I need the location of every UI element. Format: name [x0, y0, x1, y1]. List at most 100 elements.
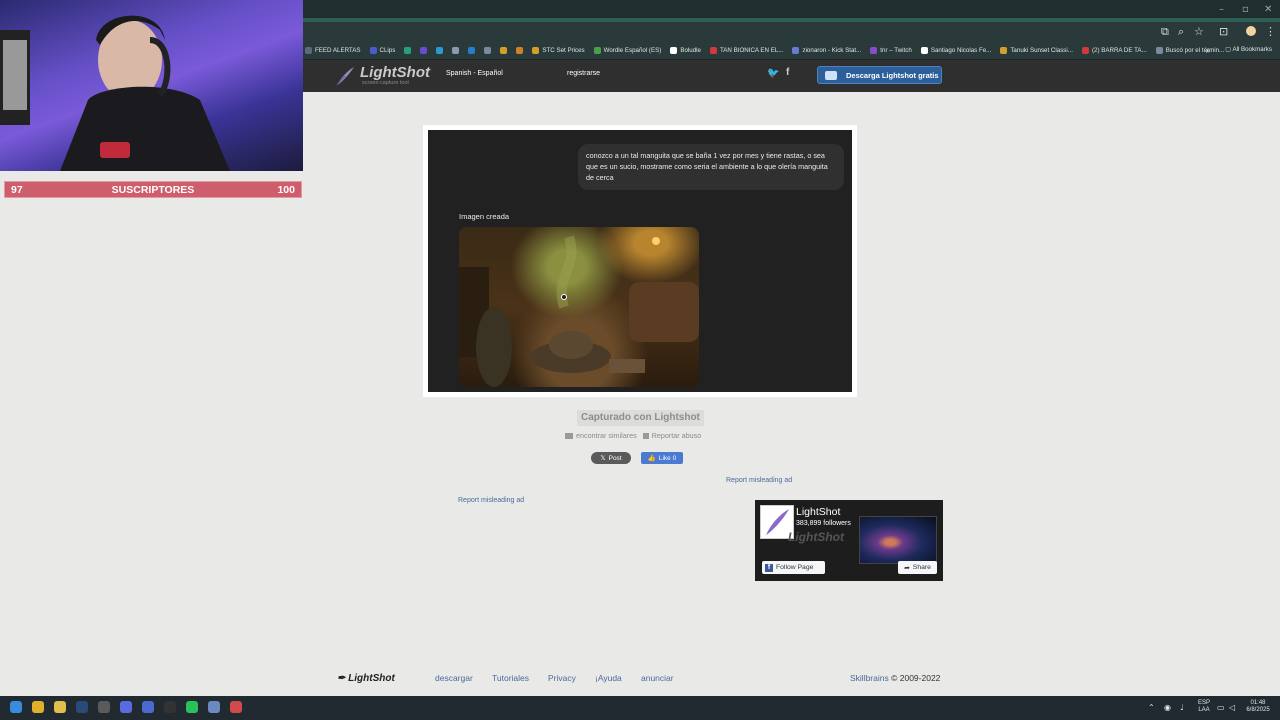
speaker-icon[interactable]: ◁ — [1229, 703, 1235, 712]
bookmark-item[interactable]: TAN BIONICA EN EL... — [709, 47, 784, 54]
bookmark-label: CLips — [379, 47, 396, 54]
bookmark-favicon-icon — [1081, 47, 1089, 54]
captured-screenshot[interactable]: conozco a un tal manguita que se baña 1 … — [423, 125, 857, 397]
bookmark-favicon-icon — [920, 47, 928, 54]
share-button[interactable]: ➦ Share — [898, 561, 937, 574]
streamer-figure — [0, 15, 230, 171]
footer-link-advertise[interactable]: anunciar — [641, 673, 674, 683]
browser-menu-icon[interactable]: ⋮ — [1265, 25, 1276, 38]
monitor-icon[interactable]: ▭ — [1217, 703, 1225, 712]
facebook-page-widget[interactable]: LightShot 383,899 followers LightShot f … — [755, 500, 943, 581]
file-explorer-taskbar-icon[interactable] — [54, 701, 66, 713]
footer-link-privacy[interactable]: Privacy — [548, 673, 576, 683]
steam-taskbar-icon[interactable] — [76, 701, 88, 713]
bookmark-label: STC Set Prices — [542, 47, 585, 54]
bookmark-favicon-icon — [436, 47, 444, 54]
bookmark-label: zionaron - Kick Stat... — [802, 47, 862, 54]
page-name[interactable]: LightShot — [796, 506, 840, 518]
bookmark-item[interactable] — [420, 47, 428, 54]
bookmark-item[interactable]: CLips — [369, 47, 396, 54]
bookmark-item[interactable] — [500, 47, 508, 54]
clock[interactable]: 01:48 6/8/2025 — [1244, 700, 1272, 714]
widget-watermark: LightShot — [788, 530, 844, 544]
all-bookmarks-link[interactable]: ▢ All Bookmarks — [1225, 46, 1272, 53]
bookmark-label: FEED ALERTAS — [315, 47, 361, 54]
bookmark-label: TAN BIONICA EN EL... — [719, 47, 784, 54]
skillbrains-link[interactable]: Skillbrains — [850, 673, 889, 683]
close-icon[interactable]: ✕ — [1264, 4, 1272, 15]
steam-tray-icon[interactable]: ◉ — [1164, 703, 1171, 712]
follow-page-label: Follow Page — [776, 564, 814, 571]
discord-taskbar-icon[interactable] — [120, 701, 132, 713]
bookmark-item[interactable]: Boludle — [670, 47, 701, 54]
x-logo-icon: 𝕏 — [600, 455, 606, 462]
chrome-taskbar-icon[interactable] — [32, 701, 44, 713]
bookmark-item[interactable]: STC Set Prices — [532, 47, 585, 54]
recorder-taskbar-icon[interactable] — [230, 701, 242, 713]
download-button-label: Descarga Lightshot gratis — [846, 70, 939, 80]
bookmark-item[interactable]: zionaron - Kick Stat... — [792, 47, 861, 54]
register-link[interactable]: registrarse — [567, 70, 600, 77]
install-app-icon[interactable]: ⧉ — [1161, 25, 1169, 39]
subscriber-count: 97 — [11, 183, 23, 196]
report-abuse-link[interactable]: Reportar abuso — [642, 431, 701, 440]
x-post-button[interactable]: 𝕏 Post — [591, 452, 631, 464]
bookmark-label: Santiago Nicolas Fe... — [930, 47, 992, 54]
footer-link-help[interactable]: ¡Ayuda — [595, 673, 622, 683]
bookmark-item[interactable]: (2) BARRA DE TA... — [1081, 47, 1147, 54]
gamepad-taskbar-icon[interactable] — [208, 701, 220, 713]
subscriber-goal-bar: 97 SUSCRIPTORES 100 — [4, 181, 302, 198]
footer-logo[interactable]: ✒ LightShot — [337, 673, 395, 684]
bookmark-item[interactable] — [516, 47, 524, 54]
tray-chevron-icon[interactable]: ⌃ — [1148, 703, 1155, 712]
profile-avatar[interactable] — [1246, 26, 1256, 36]
language-selector[interactable]: Spanish - Español — [446, 70, 503, 77]
subscriber-label: SUSCRIPTORES — [111, 183, 195, 196]
obs-taskbar-icon[interactable] — [98, 701, 110, 713]
bookmark-favicon-icon — [452, 47, 460, 54]
browser-toolbar — [303, 22, 1280, 42]
bookmark-star-icon[interactable]: ☆ — [1194, 25, 1204, 38]
facebook-icon[interactable]: f — [786, 67, 789, 78]
bookmark-favicon-icon — [792, 47, 800, 54]
clock-date: 6/8/2025 — [1246, 707, 1270, 713]
footer-copyright: Skillbrains © 2009-2022 — [850, 673, 940, 683]
report-misleading-ad-right[interactable]: Report misleading ad — [726, 477, 792, 484]
bookmark-item[interactable] — [436, 47, 444, 54]
language-indicator[interactable]: ESP LAA — [1196, 700, 1212, 714]
footer-link-download[interactable]: descargar — [435, 673, 473, 683]
download-button[interactable]: Descarga Lightshot gratis — [817, 66, 942, 84]
bookmark-item[interactable] — [452, 47, 460, 54]
extensions-icon[interactable]: ⊡ — [1219, 25, 1228, 38]
minimize-icon[interactable]: – — [1219, 4, 1224, 15]
bookmark-item[interactable]: Santiago Nicolas Fe... — [920, 47, 992, 54]
bookmarks-more-icon[interactable]: » — [1206, 46, 1210, 55]
bookmark-item[interactable] — [404, 47, 412, 54]
zoom-icon[interactable]: ⌕ — [1178, 25, 1184, 39]
copyright-years: © 2009-2022 — [891, 673, 941, 683]
camera-icon — [565, 433, 573, 440]
bookmark-favicon-icon — [670, 47, 678, 54]
footer-link-tutorials[interactable]: Tutoriales — [492, 673, 529, 683]
bookmark-item[interactable] — [468, 47, 476, 54]
capcut-taskbar-icon[interactable] — [164, 701, 176, 713]
follow-page-button[interactable]: f Follow Page — [762, 561, 825, 574]
bookmark-item[interactable]: FEED ALERTAS — [305, 47, 361, 54]
bookmark-favicon-icon — [593, 47, 601, 54]
microphone-icon[interactable]: ♩ — [1180, 703, 1184, 712]
maximize-icon[interactable]: ▫ — [1242, 4, 1249, 15]
bookmark-item[interactable]: tnr – Twitch — [870, 47, 912, 54]
windows-start-taskbar-icon[interactable] — [10, 701, 22, 713]
bookmark-item[interactable] — [484, 47, 492, 54]
lightshot-logo[interactable]: LightShot screen capture tool — [335, 64, 430, 88]
facebook-like-button[interactable]: 👍 Like 0 — [641, 452, 683, 464]
bookmark-item[interactable]: Tanuki Sunset Classi... — [1000, 47, 1073, 54]
twitter-icon[interactable]: 🐦 — [767, 68, 779, 79]
bookmark-favicon-icon — [404, 47, 412, 54]
find-similar-link[interactable]: encontrar similares — [565, 431, 637, 440]
bookmark-item[interactable]: Buscó por el términ... — [1155, 47, 1224, 54]
spotify-taskbar-icon[interactable] — [186, 701, 198, 713]
bookmark-item[interactable]: Wordle Español (ES) — [593, 47, 661, 54]
report-misleading-ad-left[interactable]: Report misleading ad — [458, 497, 524, 504]
app-window-taskbar-icon[interactable] — [142, 701, 154, 713]
